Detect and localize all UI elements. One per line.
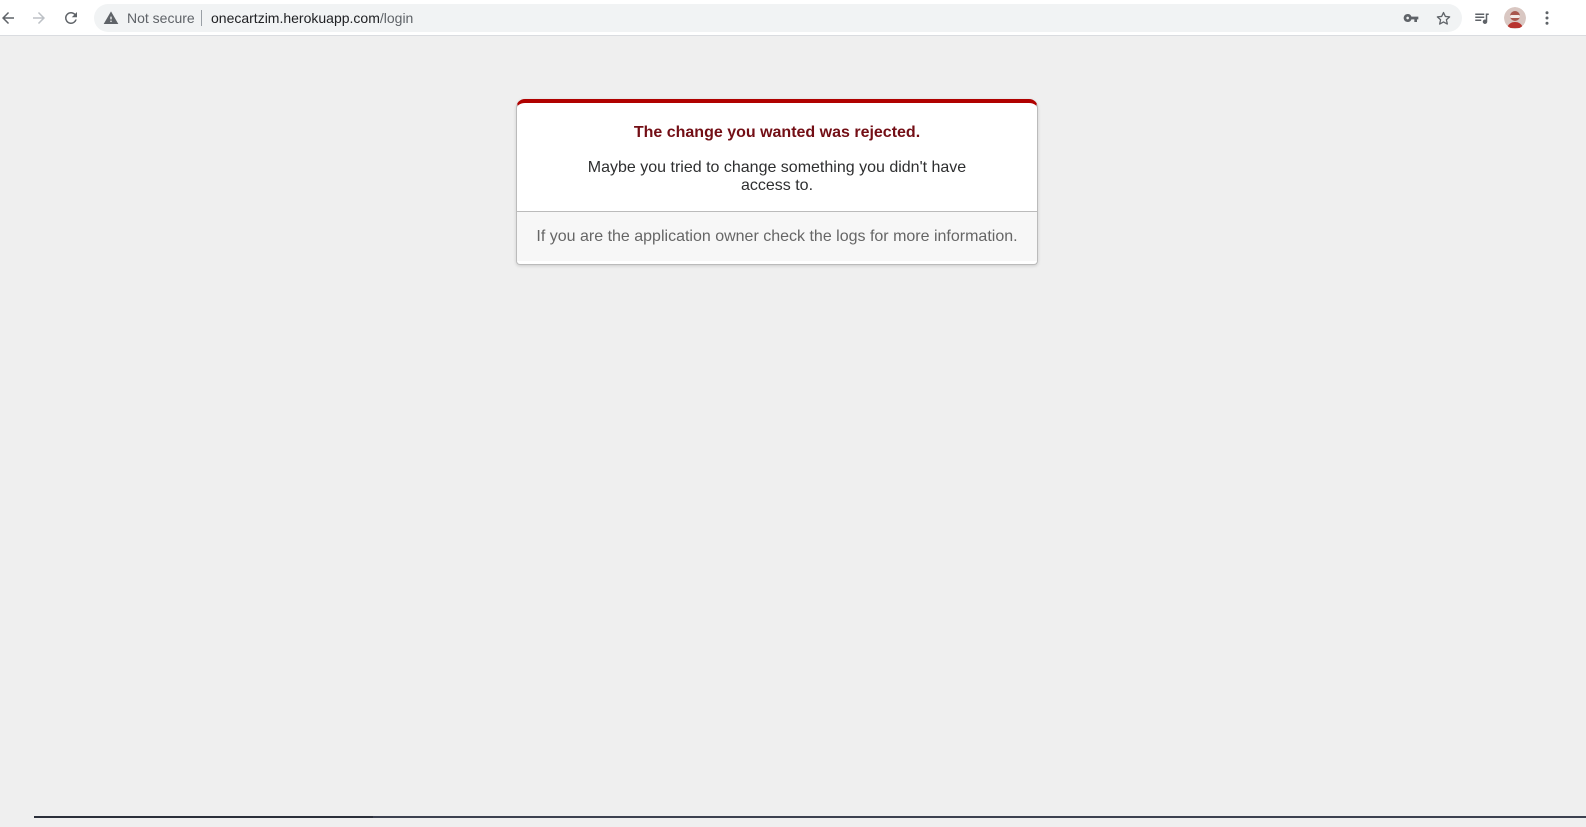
back-button[interactable] — [0, 6, 20, 30]
error-title: The change you wanted was rejected. — [633, 124, 921, 141]
error-dialog-body: The change you wanted was rejected. Mayb… — [517, 103, 1037, 212]
kebab-menu-icon — [1545, 11, 1549, 25]
address-separator — [201, 10, 202, 26]
bookmark-star-button[interactable] — [1433, 8, 1453, 28]
error-message: Maybe you tried to change something you … — [587, 159, 967, 194]
url-path: /login — [379, 10, 414, 26]
browser-toolbar: Not secure onecartzim.herokuapp.com/logi… — [0, 0, 1586, 36]
error-dialog: The change you wanted was rejected. Mayb… — [516, 99, 1038, 265]
star-icon — [1436, 11, 1450, 25]
profile-avatar[interactable] — [1504, 7, 1526, 29]
back-arrow-icon — [2, 12, 14, 24]
forward-button[interactable] — [27, 6, 51, 30]
warning-icon — [103, 11, 119, 24]
media-queue-button[interactable] — [1470, 6, 1494, 30]
reload-icon — [64, 11, 77, 24]
key-icon — [1403, 14, 1419, 22]
security-label[interactable]: Not secure — [127, 10, 195, 26]
url-host: onecartzim.herokuapp.com — [211, 10, 380, 26]
password-key-button[interactable] — [1401, 8, 1421, 28]
taskbar-edge-left — [34, 816, 373, 818]
url-text[interactable]: onecartzim.herokuapp.com/login — [211, 10, 413, 26]
address-bar[interactable]: Not secure onecartzim.herokuapp.com/logi… — [94, 4, 1462, 32]
taskbar-edge-right — [373, 816, 1586, 818]
browser-menu-button[interactable] — [1535, 6, 1559, 30]
avatar-icon — [1504, 7, 1526, 29]
reload-button[interactable] — [59, 6, 83, 30]
forward-arrow-icon — [33, 12, 45, 24]
error-footer: If you are the application owner check t… — [517, 212, 1037, 261]
media-queue-icon — [1475, 13, 1489, 24]
